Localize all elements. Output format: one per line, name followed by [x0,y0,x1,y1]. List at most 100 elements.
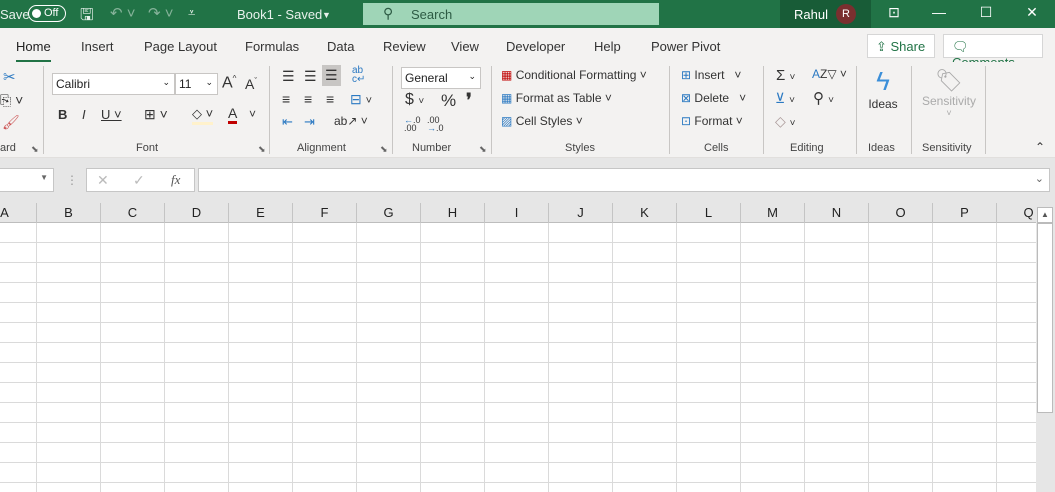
close-icon[interactable]: ✕ [1017,4,1047,21]
fill-color-icon[interactable]: ◇ ˅ [192,106,214,125]
format-cells-button[interactable]: ⊡ Format ˅ [681,114,743,128]
column-header-k[interactable]: K [613,203,677,223]
format-painter-icon[interactable]: 🖌 [2,114,20,131]
redo-icon[interactable]: ↷ ˅ [148,4,174,22]
font-launcher-icon[interactable]: ⬊ [258,144,266,155]
increase-indent-icon[interactable]: ⇥ [304,114,315,130]
alignment-launcher-icon[interactable]: ⬊ [380,144,388,155]
search-box[interactable]: ⚲ Search [363,3,659,25]
conditional-formatting-button[interactable]: ▦ Conditional Formatting ˅ [501,68,647,82]
decrease-indent-icon[interactable]: ⇤ [282,114,293,130]
borders-icon[interactable]: ⊞ ˅ [144,106,168,123]
title-chevron-icon[interactable]: ▼ [322,10,331,20]
save-icon[interactable]: 🖫 [80,4,94,31]
font-name-combo[interactable]: Calibri ⌄ [52,73,175,95]
format-as-table-button[interactable]: ▦ Format as Table ˅ [501,91,612,105]
bold-icon[interactable]: B [58,107,67,122]
column-header-a[interactable]: A [0,203,37,223]
currency-icon[interactable]: $ ˅ [405,91,424,109]
column-header-m[interactable]: M [741,203,805,223]
cell-styles-button[interactable]: ▨ Cell Styles ˅ [501,114,583,128]
column-header-c[interactable]: C [101,203,165,223]
increase-decimal-icon[interactable]: ←.0.00 [404,116,421,133]
find-select-icon[interactable]: ⚲ ˅ [813,89,834,107]
align-center-icon[interactable]: ≡ [304,91,312,107]
account-button[interactable]: Rahul R [780,0,871,28]
percent-icon[interactable]: % [441,91,456,111]
tab-insert[interactable]: Insert [81,39,114,54]
tab-help[interactable]: Help [594,39,621,54]
column-header-l[interactable]: L [677,203,741,223]
comments-button[interactable]: 🗨 Comments [943,34,1043,70]
formula-input[interactable]: ⌄ [198,168,1050,192]
increase-font-icon[interactable]: A^ [222,74,236,92]
comma-style-icon[interactable]: ❜ [466,90,472,111]
ribbon-display-icon[interactable]: ⊡ [879,4,909,21]
column-header-d[interactable]: D [165,203,229,223]
clipboard-launcher-icon[interactable]: ⬊ [31,144,39,155]
autosum-icon[interactable]: Σ ˅ [776,67,795,84]
font-color-chevron-icon[interactable]: ˅ [249,107,256,121]
column-header-h[interactable]: H [421,203,485,223]
column-header-i[interactable]: I [485,203,549,223]
scroll-up-icon[interactable]: ▲ [1037,207,1053,223]
font-color-icon[interactable]: A [228,105,238,124]
column-header-p[interactable]: P [933,203,997,223]
name-box[interactable]: ▼ [0,168,54,192]
orientation-icon[interactable]: ab↗ ˅ [334,114,368,128]
cut-icon[interactable]: ✂ [3,68,16,86]
bottom-align-icon[interactable]: ☰ [322,65,341,86]
tab-review[interactable]: Review [383,39,426,54]
column-header-n[interactable]: N [805,203,869,223]
copy-icon[interactable]: ⎘ ˅ [0,92,23,109]
column-header-e[interactable]: E [229,203,293,223]
underline-icon[interactable]: U ˅ [101,107,122,122]
insert-cells-button[interactable]: ⊞ Insert ˅ [681,68,741,82]
top-align-icon[interactable]: ☰ [282,68,295,85]
align-left-icon[interactable]: ≡ [282,91,290,107]
tab-view[interactable]: View [451,39,479,54]
italic-icon[interactable]: I [82,107,86,122]
minimize-icon[interactable]: — [924,4,954,20]
ideas-button[interactable]: ϟ Ideas [866,66,900,111]
tab-formulas[interactable]: Formulas [245,39,299,54]
decrease-decimal-icon[interactable]: .00 →.0 [427,116,444,133]
tab-home[interactable]: Home [16,39,51,63]
scroll-thumb[interactable] [1037,223,1053,413]
number-launcher-icon[interactable]: ⬊ [479,144,487,155]
sort-filter-icon[interactable]: AZ▽ ˅ [812,67,847,81]
enter-icon[interactable]: ✓ [133,172,145,189]
tab-power-pivot[interactable]: Power Pivot [651,39,720,54]
merge-center-icon[interactable]: ⊟ ˅ [350,91,372,108]
column-header-o[interactable]: O [869,203,933,223]
column-header-j[interactable]: J [549,203,613,223]
grip-icon[interactable]: ⋮ [66,173,78,187]
middle-align-icon[interactable]: ☰ [304,68,317,85]
customize-qat-icon[interactable]: ⩡ [188,5,195,21]
tab-developer[interactable]: Developer [506,39,565,54]
column-header-g[interactable]: G [357,203,421,223]
column-header-f[interactable]: F [293,203,357,223]
expand-formula-icon[interactable]: ⌄ [1035,172,1044,185]
autosave-toggle[interactable]: Off [28,5,66,22]
clear-icon[interactable]: ◇ ˅ [775,113,796,130]
document-title[interactable]: Book1 - Saved [237,7,322,22]
align-right-icon[interactable]: ≡ [326,91,334,107]
cancel-icon[interactable]: ✕ [97,172,109,189]
tab-data[interactable]: Data [327,39,354,54]
decrease-font-icon[interactable]: Aˇ [245,76,257,92]
vertical-scrollbar[interactable]: ▲ [1036,203,1055,492]
collapse-ribbon-icon[interactable]: ⌃ [1035,140,1045,154]
delete-cells-button[interactable]: ⊠ Delete ˅ [681,91,746,105]
maximize-icon[interactable]: ☐ [971,4,1001,21]
undo-icon[interactable]: ↶ ˅ [110,4,136,22]
insert-function-icon[interactable]: fx [171,172,180,188]
wrap-text-icon[interactable]: ab c↵ [352,66,365,85]
font-size-combo[interactable]: 11 ⌄ [175,73,218,95]
cell-grid[interactable] [0,223,1036,492]
column-header-b[interactable]: B [37,203,101,223]
sensitivity-button[interactable]: 🏷 Sensitivity ˅ [918,68,980,118]
tab-page-layout[interactable]: Page Layout [144,39,217,54]
number-format-combo[interactable]: General ⌄ [401,67,481,89]
fill-icon[interactable]: ⊻ ˅ [775,90,795,107]
